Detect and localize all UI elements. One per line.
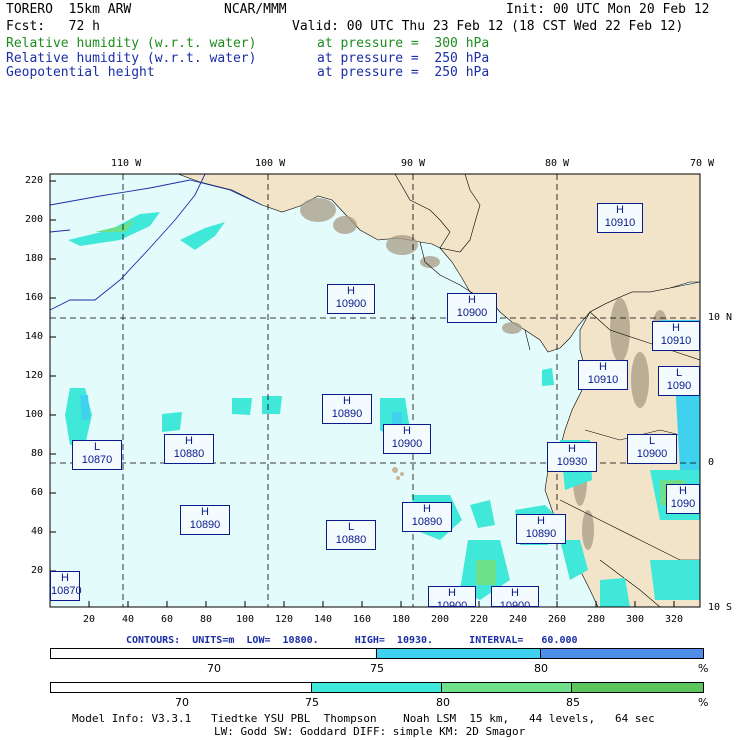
y-label: 60 [31, 487, 44, 498]
colorbar-segment [51, 683, 312, 692]
x-label: 180 [392, 614, 411, 625]
y-label: 160 [25, 292, 44, 303]
y-label: 140 [25, 331, 44, 342]
lat-label-0: 0 [708, 457, 715, 468]
colorbar-segment [572, 683, 703, 692]
x-label: 80 [200, 614, 213, 625]
x-label: 200 [431, 614, 450, 625]
x-label: 140 [314, 614, 333, 625]
colorbar-300hpa [50, 682, 704, 693]
colorbar-label: % [698, 696, 709, 709]
lon-label-110w: 110 W [111, 158, 142, 169]
pressure-system-label: H 10900 [428, 586, 476, 607]
lat-label-10s: 10 S [708, 602, 733, 613]
pressure-system-label: H 10910 [652, 321, 700, 351]
pressure-system-label: H 10890 [322, 394, 372, 424]
model-info-line-2: LW: Godd SW: Goddard DIFF: simple KM: 2D… [214, 725, 526, 738]
colorbar-label: 80 [436, 696, 450, 709]
x-label: 320 [665, 614, 684, 625]
pressure-system-label: H 10910 [578, 360, 628, 390]
pressure-system-label: L 10870 [72, 440, 122, 470]
pressure-system-label: L 10900 [627, 434, 677, 464]
pressure-system-label: H 1090 [666, 484, 700, 514]
weather-map [49, 173, 701, 608]
y-label: 200 [25, 214, 44, 225]
x-label: 20 [83, 614, 96, 625]
x-label: 300 [626, 614, 645, 625]
pressure-system-label: H 10890 [180, 505, 230, 535]
x-label: 260 [548, 614, 567, 625]
pressure-system-label: H 10890 [516, 514, 566, 544]
pressure-system-label: H 10900 [447, 293, 497, 323]
x-label: 40 [122, 614, 135, 625]
model-info-line-1: Model Info: V3.3.1 Tiedtke YSU PBL Thomp… [72, 712, 655, 725]
colorbar-label: 75 [305, 696, 319, 709]
colorbar-segment [541, 649, 703, 658]
colorbar-label: 70 [207, 662, 221, 675]
pressure-system-label: H 10870 [50, 571, 82, 601]
y-label: 120 [25, 370, 44, 381]
lat-label-10n: 10 N [708, 312, 733, 323]
pressure-system-label: L 1090 [658, 366, 700, 396]
colorbar-label: 80 [534, 662, 548, 675]
x-label: 120 [275, 614, 294, 625]
colorbar-segment [312, 683, 442, 692]
colorbar-label: 85 [566, 696, 580, 709]
pressure-system-label: H 10890 [402, 502, 452, 532]
x-label: 220 [470, 614, 489, 625]
lon-label-100w: 100 W [255, 158, 286, 169]
y-label: 20 [31, 565, 44, 576]
y-label: 40 [31, 526, 44, 537]
colorbar-segment [377, 649, 541, 658]
pressure-system-label: H 10930 [547, 442, 597, 472]
colorbar-label: 70 [175, 696, 189, 709]
lon-label-70w: 70 W [690, 158, 715, 169]
x-label: 160 [353, 614, 372, 625]
pressure-system-label: L 10880 [326, 520, 376, 550]
lon-label-90w: 90 W [401, 158, 426, 169]
colorbar-label: 75 [370, 662, 384, 675]
colorbar-label: % [698, 662, 709, 675]
contours-info: CONTOURS: UNITS=m LOW= 10800. HIGH= 1093… [126, 635, 578, 646]
y-label: 100 [25, 409, 44, 420]
pressure-system-label: H 10900 [327, 284, 375, 314]
colorbar-250hpa [50, 648, 704, 659]
pressure-system-label: H 10910 [597, 203, 643, 233]
x-label: 60 [161, 614, 174, 625]
y-label: 180 [25, 253, 44, 264]
x-label: 240 [509, 614, 528, 625]
colorbar-segment [442, 683, 572, 692]
pressure-system-label: H 10900 [383, 424, 431, 454]
lon-label-80w: 80 W [545, 158, 570, 169]
colorbar-segment [51, 649, 377, 658]
y-label: 220 [25, 175, 44, 186]
y-label: 80 [31, 448, 44, 459]
pressure-system-label: H 10900 [491, 586, 539, 607]
pressure-system-label: H 10880 [164, 434, 214, 464]
x-label: 280 [587, 614, 606, 625]
x-label: 100 [236, 614, 255, 625]
